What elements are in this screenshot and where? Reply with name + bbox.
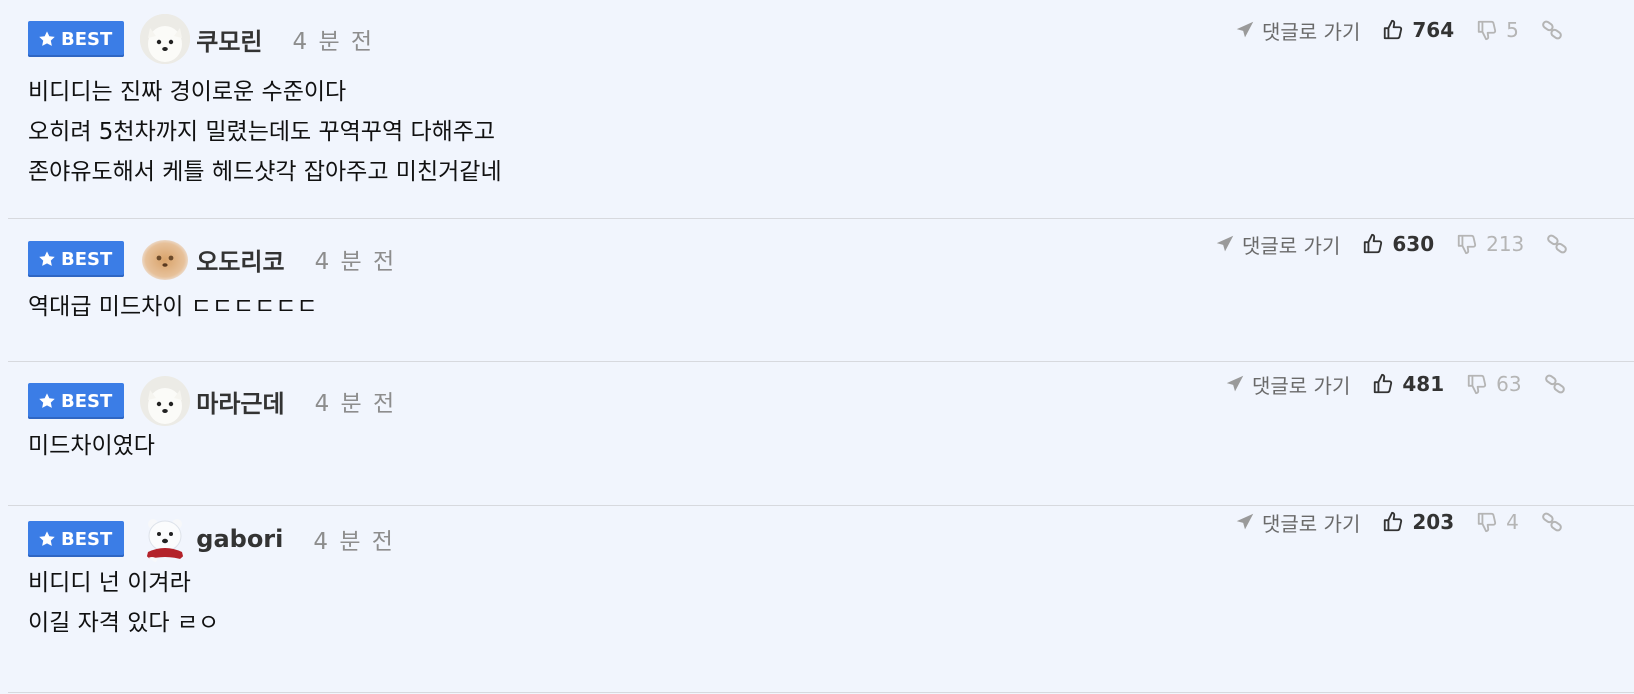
star-icon — [38, 30, 56, 48]
thumbs-down-icon — [1476, 19, 1498, 41]
comment-tools: 댓글로 가기 630 213 — [1214, 224, 1568, 264]
thumbs-up-icon — [1372, 373, 1394, 395]
dislike-button[interactable]: 213 — [1456, 232, 1524, 256]
send-arrow-icon — [1234, 19, 1256, 41]
best-badge-label: BEST — [61, 248, 113, 270]
copy-link-button[interactable] — [1544, 373, 1566, 395]
nickname[interactable]: gabori — [196, 525, 283, 553]
best-badge: BEST — [28, 383, 125, 419]
copy-link-button[interactable] — [1546, 233, 1568, 255]
thumbs-down-icon — [1466, 373, 1488, 395]
dislike-button[interactable]: 5 — [1476, 18, 1519, 42]
nickname[interactable]: 쿠모린 — [196, 22, 262, 57]
comment-tools: 댓글로 가기 203 4 — [1234, 502, 1563, 542]
dislike-button[interactable]: 4 — [1476, 510, 1519, 534]
best-badge-label: BEST — [61, 28, 113, 50]
go-to-reply-button[interactable]: 댓글로 가기 — [1234, 508, 1360, 537]
comment-body: 비디디는 진짜 경이로운 수준이다 오히려 5천차까지 밀렸는데도 꾸역꾸역 다… — [28, 72, 502, 192]
link-icon — [1544, 373, 1566, 395]
star-icon — [38, 250, 56, 268]
avatar[interactable] — [140, 234, 191, 284]
best-badge-label: BEST — [61, 528, 113, 550]
like-button[interactable]: 203 — [1382, 510, 1454, 534]
comment-tools: 댓글로 가기 481 63 — [1224, 364, 1566, 404]
go-to-reply-label: 댓글로 가기 — [1252, 373, 1351, 398]
comment-header: BEST gabori 4 분 전 — [28, 514, 395, 564]
comment-line: 역대급 미드차이 ㄷㄷㄷㄷㄷㄷ — [28, 294, 318, 320]
copy-link-button[interactable] — [1541, 511, 1563, 533]
avatar[interactable] — [140, 514, 191, 564]
comment-header: BEST 오도리코 4 분 전 — [28, 234, 396, 284]
timestamp: 4 분 전 — [313, 529, 395, 555]
thumbs-up-icon — [1382, 19, 1404, 41]
thumbs-up-icon — [1362, 233, 1384, 255]
like-button[interactable]: 630 — [1362, 232, 1434, 256]
like-count: 481 — [1402, 372, 1445, 396]
comment-item: BEST 오도리코 4 분 전 역대급 미드차이 ㄷㄷㄷㄷㄷㄷ 댓글로 가기 6… — [8, 219, 1634, 362]
thumbs-up-icon — [1382, 511, 1404, 533]
comment-item: BEST 쿠모린 4 분 전 비디디는 진짜 경이로운 수준이다 오히려 5천차… — [8, 0, 1634, 219]
comment-tools: 댓글로 가기 764 5 — [1234, 10, 1563, 50]
comment-header: BEST 마라근데 4 분 전 — [28, 376, 396, 426]
comment-line: 비디디는 진짜 경이로운 수준이다 — [28, 79, 347, 105]
avatar[interactable] — [140, 376, 191, 426]
go-to-reply-button[interactable]: 댓글로 가기 — [1224, 370, 1350, 399]
comment-line: 오히려 5천차까지 밀렸는데도 꾸역꾸역 다해주고 — [28, 119, 496, 145]
timestamp: 4 분 전 — [314, 249, 397, 275]
send-arrow-icon — [1224, 373, 1246, 395]
star-icon — [38, 530, 56, 548]
dislike-count: 63 — [1496, 372, 1522, 396]
like-count: 764 — [1412, 18, 1455, 42]
timestamp: 4 분 전 — [314, 391, 397, 417]
like-button[interactable]: 764 — [1382, 18, 1454, 42]
like-count: 203 — [1412, 510, 1455, 534]
best-badge: BEST — [28, 521, 125, 557]
avatar[interactable] — [140, 14, 191, 64]
nickname[interactable]: 오도리코 — [196, 242, 284, 277]
thumbs-down-icon — [1456, 233, 1478, 255]
polar-bear-avatar-icon — [140, 514, 191, 564]
like-button[interactable]: 481 — [1372, 372, 1444, 396]
copy-link-button[interactable] — [1541, 19, 1563, 41]
comment-header: BEST 쿠모린 4 분 전 — [28, 14, 374, 64]
comment-item: BEST gabori 4 분 전 비디디 넌 이겨라 이길 자격 있다 ㄹㅇ — [8, 506, 1634, 693]
tan-dog-avatar-icon — [140, 234, 191, 284]
comment-line: 이길 자격 있다 ㄹㅇ — [28, 610, 220, 636]
nickname[interactable]: 마라근데 — [196, 384, 284, 419]
best-badge: BEST — [28, 21, 125, 57]
send-arrow-icon — [1234, 511, 1256, 533]
like-count: 630 — [1392, 232, 1435, 256]
comment-body: 역대급 미드차이 ㄷㄷㄷㄷㄷㄷ — [28, 287, 318, 327]
thumbs-down-icon — [1476, 511, 1498, 533]
link-icon — [1541, 511, 1563, 533]
best-badge: BEST — [28, 241, 125, 277]
dislike-count: 4 — [1506, 510, 1519, 534]
dislike-count: 5 — [1506, 18, 1519, 42]
timestamp: 4 분 전 — [292, 29, 375, 55]
link-icon — [1541, 19, 1563, 41]
dislike-button[interactable]: 63 — [1466, 372, 1522, 396]
go-to-reply-label: 댓글로 가기 — [1262, 19, 1361, 44]
comment-item: BEST 마라근데 4 분 전 미드차이였다 댓글로 가기 481 63 — [8, 362, 1634, 506]
send-arrow-icon — [1214, 233, 1236, 255]
comment-body: 미드차이였다 — [28, 426, 155, 466]
go-to-reply-button[interactable]: 댓글로 가기 — [1214, 230, 1340, 259]
link-icon — [1546, 233, 1568, 255]
white-dog-avatar-icon — [140, 14, 191, 64]
comment-body: 비디디 넌 이겨라 이길 자격 있다 ㄹㅇ — [28, 563, 219, 643]
white-dog-avatar-icon — [140, 376, 191, 426]
dislike-count: 213 — [1486, 232, 1525, 256]
best-badge-label: BEST — [61, 390, 113, 412]
go-to-reply-label: 댓글로 가기 — [1242, 233, 1341, 258]
comment-line: 비디디 넌 이겨라 — [28, 570, 191, 596]
go-to-reply-label: 댓글로 가기 — [1262, 511, 1361, 536]
star-icon — [38, 392, 56, 410]
go-to-reply-button[interactable]: 댓글로 가기 — [1234, 16, 1360, 45]
comment-line: 미드차이였다 — [28, 433, 155, 459]
comment-line: 존야유도해서 케틀 헤드샷각 잡아주고 미친거같네 — [28, 159, 502, 185]
comment-list: BEST 쿠모린 4 분 전 비디디는 진짜 경이로운 수준이다 오히려 5천차… — [0, 0, 1634, 694]
